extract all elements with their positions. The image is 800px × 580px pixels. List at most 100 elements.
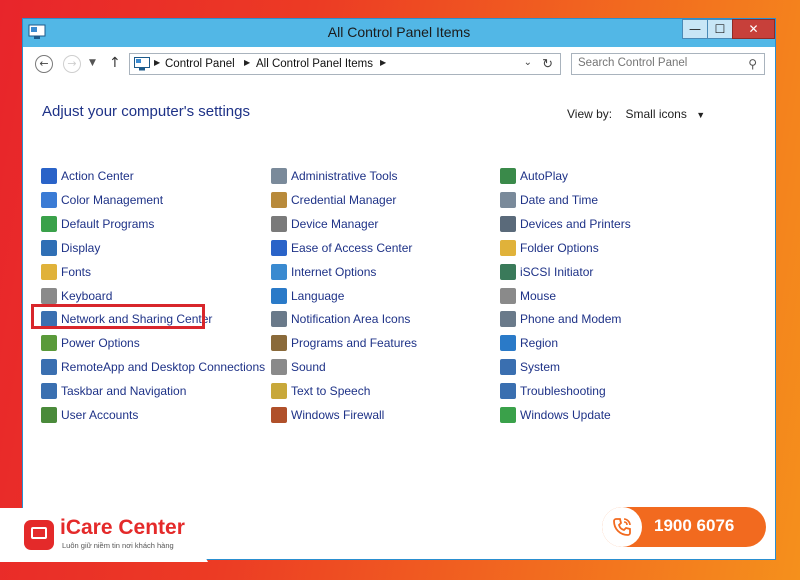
forward-button[interactable]: → <box>63 55 81 73</box>
control-panel-item-label: iSCSI Initiator <box>520 264 594 279</box>
flag-icon <box>41 168 57 184</box>
control-panel-window: All Control Panel Items — ☐ ✕ ← → ▼ ↑ ▶ … <box>22 18 776 560</box>
ease-of-access-icon <box>271 239 287 256</box>
clock-icon <box>500 191 516 208</box>
maximize-button[interactable]: ☐ <box>707 19 733 39</box>
control-panel-icon <box>134 57 150 71</box>
control-panel-item-label: Text to Speech <box>291 384 371 399</box>
brand-tagline: Luôn giữ niềm tin nơi khách hàng <box>62 541 174 550</box>
folder-icon <box>500 239 516 256</box>
monitor-color-icon <box>41 191 57 208</box>
control-panel-item-label: Taskbar and Navigation <box>61 384 187 399</box>
phone-number: 1900 6076 <box>654 516 735 535</box>
speech-icon <box>271 383 287 400</box>
programs-icon <box>271 335 287 352</box>
icare-logo-icon <box>24 520 54 550</box>
firewall-icon <box>271 407 287 423</box>
phone-badge[interactable]: 1900 6076 <box>602 507 766 547</box>
control-panel-item-label: Administrative Tools <box>291 169 398 183</box>
control-panel-item-label: Date and Time <box>520 192 599 207</box>
control-panel-item-label: Device Manager <box>291 216 379 231</box>
back-button[interactable]: ← <box>35 55 53 73</box>
search-input[interactable] <box>578 57 738 69</box>
keyboard-icon <box>41 287 57 304</box>
up-arrow-icon[interactable]: ↑ <box>109 55 121 71</box>
control-panel-item-label: Notification Area Icons <box>291 312 411 327</box>
control-panel-item-label: Display <box>61 240 101 255</box>
control-panel-item-label: Windows Update <box>520 408 611 422</box>
control-panel-item-label: AutoPlay <box>520 169 569 183</box>
credential-icon <box>271 191 287 208</box>
address-bar[interactable]: ▶ Control Panel ▶ All Control Panel Item… <box>129 53 561 75</box>
breadcrumb-separator-icon[interactable]: ▶ <box>380 58 386 67</box>
control-panel-item-label: Credential Manager <box>291 192 397 207</box>
breadcrumb-control-panel[interactable]: Control Panel <box>165 58 235 70</box>
control-panel-item-label: Default Programs <box>61 216 155 231</box>
breadcrumb-all-items[interactable]: All Control Panel Items <box>256 58 373 70</box>
mouse-icon <box>500 287 516 304</box>
control-panel-item-label: Programs and Features <box>291 336 418 351</box>
taskbar-icon <box>41 383 57 400</box>
control-panel-item-label: Devices and Printers <box>520 216 631 231</box>
page-heading: Adjust your computer's settings <box>42 103 250 120</box>
control-panel-item-label: Folder Options <box>520 240 599 255</box>
breadcrumb-separator-icon[interactable]: ▶ <box>154 58 160 67</box>
navigation-bar: ← → ▼ ↑ ▶ Control Panel ▶ All Control Pa… <box>23 52 775 78</box>
display-icon <box>41 239 57 256</box>
internet-icon <box>271 263 287 280</box>
view-by-label: View by: <box>567 107 613 121</box>
remote-desktop-icon <box>41 359 57 376</box>
control-panel-item-label: Phone and Modem <box>520 312 622 327</box>
default-programs-icon <box>41 215 57 232</box>
phone-circle <box>602 507 642 547</box>
globe-icon <box>500 335 516 352</box>
search-box[interactable]: ⚲ <box>571 53 765 75</box>
printer-icon <box>500 215 516 232</box>
brand-banner: iCare Center Luôn giữ niềm tin nơi khách… <box>0 508 210 580</box>
title-bar[interactable]: All Control Panel Items — ☐ ✕ <box>23 19 775 47</box>
brand-name: iCare Center <box>60 516 185 539</box>
control-panel-item-label: System <box>520 360 561 375</box>
control-panel-item-label: Fonts <box>61 264 92 279</box>
window-title: All Control Panel Items <box>327 24 471 40</box>
control-panel-item-label: RemoteApp and Desktop Connections <box>61 360 266 375</box>
control-panel-item-label: Windows Firewall <box>291 408 385 422</box>
troubleshoot-icon <box>500 383 516 400</box>
control-panel-item-label: Mouse <box>520 288 557 303</box>
chevron-down-icon[interactable]: ▼ <box>696 110 705 120</box>
control-panel-item-label: Ease of Access Center <box>291 240 413 255</box>
admin-tools-icon <box>271 168 287 184</box>
system-icon <box>500 359 516 376</box>
users-icon <box>41 407 57 423</box>
breadcrumb-separator-icon[interactable]: ▶ <box>244 58 250 67</box>
control-panel-item-label: Network and Sharing Center <box>61 312 213 327</box>
view-by-select[interactable]: Small icons <box>625 107 686 121</box>
view-by: View by: Small icons ▼ <box>567 107 705 121</box>
close-button[interactable]: ✕ <box>732 19 775 39</box>
control-panel-item-label: User Accounts <box>61 408 139 422</box>
iscsi-icon <box>500 263 516 280</box>
minimize-button[interactable]: — <box>682 19 708 39</box>
control-panel-item-label: Sound <box>291 360 326 375</box>
notification-icon <box>271 311 287 328</box>
control-panel-item-label: Power Options <box>61 336 140 351</box>
address-dropdown-icon[interactable]: ⌄ <box>524 57 532 68</box>
search-icon[interactable]: ⚲ <box>748 57 757 71</box>
device-manager-icon <box>271 215 287 232</box>
phone-modem-icon <box>500 311 516 328</box>
recent-locations-dropdown-icon[interactable]: ▼ <box>89 58 96 68</box>
control-panel-item-label: Internet Options <box>291 264 377 279</box>
sound-icon <box>271 359 287 376</box>
control-panel-item-label: Action Center <box>61 169 134 183</box>
control-panel-item-label: Color Management <box>61 192 164 207</box>
language-icon <box>271 287 287 304</box>
network-icon <box>41 311 57 328</box>
fonts-folder-icon <box>41 263 57 280</box>
control-panel-item-label: Keyboard <box>61 288 113 303</box>
control-panel-item-label: Language <box>291 288 345 303</box>
windows-update-icon <box>500 407 516 423</box>
refresh-icon[interactable]: ↻ <box>542 56 553 72</box>
control-panel-item-label: Troubleshooting <box>520 384 606 399</box>
phone-icon <box>613 518 631 536</box>
power-options-icon <box>41 335 57 352</box>
